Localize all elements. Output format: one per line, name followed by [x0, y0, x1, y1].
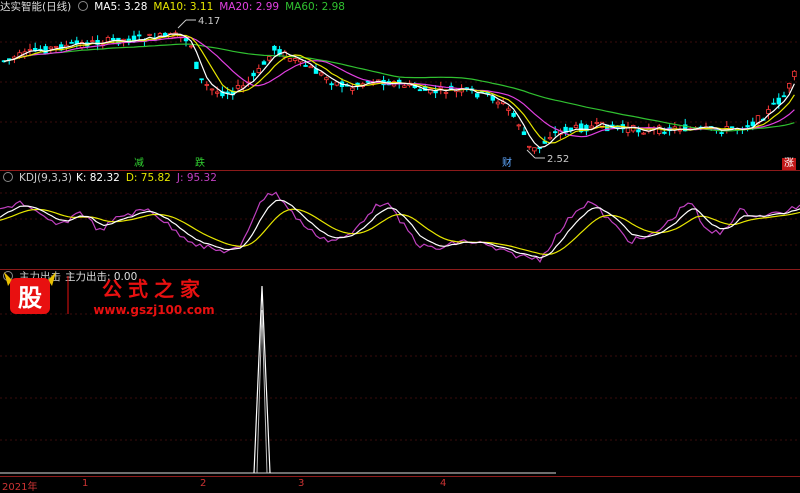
marker-die: 跌 — [195, 158, 205, 169]
kdj-panel: KDJ(9,3,3) K: 82.32 D: 75.82 J: 95.32 — [0, 171, 800, 269]
candle-body — [766, 109, 771, 114]
candle-body — [443, 92, 449, 94]
candle-body — [474, 93, 480, 98]
candle-body — [199, 78, 204, 81]
watermark-logo: 股 — [18, 284, 42, 312]
candle-body — [204, 84, 209, 86]
low-price-label: 2.52 — [547, 154, 569, 165]
ma5-line — [3, 33, 795, 149]
candle-body — [636, 129, 641, 133]
candle-body — [214, 91, 220, 94]
indicator-panel: 主力出击 主力出击: 0.00 股 公式之家 www.gszj100.com — [0, 270, 800, 476]
candle-body — [573, 124, 579, 128]
candle-body — [251, 72, 256, 77]
candle-body — [111, 38, 116, 41]
candle-body — [256, 68, 261, 73]
watermark-url: www.gszj100.com — [93, 303, 214, 317]
candle-body — [194, 61, 199, 70]
kdj-chart[interactable] — [0, 171, 800, 269]
candle-body — [516, 124, 521, 127]
candle-body — [511, 112, 516, 117]
candle-body — [272, 45, 277, 51]
candle-body — [532, 147, 537, 152]
marker-jian: 减 — [134, 158, 144, 169]
candle-body — [521, 131, 527, 136]
candle-body — [506, 108, 511, 111]
candle-body — [771, 102, 776, 105]
candle-body — [183, 38, 189, 42]
candle-body — [750, 121, 755, 127]
candle-body — [303, 65, 308, 67]
candle-body — [547, 136, 553, 140]
candle-body — [402, 85, 407, 88]
candlesticks — [1, 30, 797, 154]
axis-label-month-4: 4 — [440, 478, 447, 489]
candle-body — [662, 131, 667, 134]
marker-zhang: 涨 — [782, 158, 796, 170]
candle-body — [69, 41, 74, 44]
candle-body — [209, 88, 215, 91]
candle-body — [48, 46, 53, 50]
candle-body — [589, 125, 594, 129]
candle-body — [324, 77, 329, 81]
candle-body — [136, 34, 142, 37]
candle-body — [553, 131, 558, 134]
candle-body — [266, 56, 272, 61]
candle-body — [781, 95, 787, 98]
time-axis: 2021年 1 2 3 4 — [0, 476, 800, 493]
watermark-brand: 公式之家 — [102, 277, 206, 301]
candle-body — [495, 101, 501, 105]
candle-body — [292, 58, 298, 61]
axis-label-year: 2021年 — [2, 482, 38, 493]
candle-body — [188, 45, 194, 48]
candle-body — [350, 87, 355, 91]
watermark: 股 公式之家 www.gszj100.com — [4, 272, 215, 317]
candle-body — [53, 46, 59, 48]
candle-body — [261, 61, 267, 65]
candle-body — [792, 70, 797, 78]
candle-body — [147, 33, 152, 36]
candle-body — [105, 36, 111, 43]
candle-body — [235, 85, 241, 89]
candle-body — [745, 125, 750, 128]
axis-label-month-1: 1 — [82, 478, 89, 489]
candle-body — [417, 89, 423, 92]
marker-cai: 财 — [502, 158, 512, 169]
candle-body — [527, 145, 532, 148]
price-panel: 达实智能(日线) MA5: 3.28 MA10: 3.11 MA20: 2.99 MA6… — [0, 0, 800, 170]
candle-body — [318, 72, 324, 76]
candle-body — [308, 65, 313, 69]
candle-body — [787, 83, 792, 89]
axis-label-month-3: 3 — [298, 478, 305, 489]
candle-body — [641, 132, 646, 135]
candle-body — [287, 58, 293, 62]
candle-body — [594, 122, 599, 124]
candle-body — [162, 32, 168, 37]
candle-body — [568, 127, 573, 131]
candle-body — [776, 97, 781, 105]
candle-body — [677, 129, 683, 132]
candle-body — [719, 132, 724, 134]
candle-body — [90, 40, 95, 43]
price-chart[interactable]: 4.17 2.52 — [0, 0, 800, 170]
candle-body — [27, 49, 33, 51]
candle-body — [329, 83, 334, 86]
high-price-label: 4.17 — [198, 16, 220, 27]
axis-label-month-2: 2 — [200, 478, 207, 489]
